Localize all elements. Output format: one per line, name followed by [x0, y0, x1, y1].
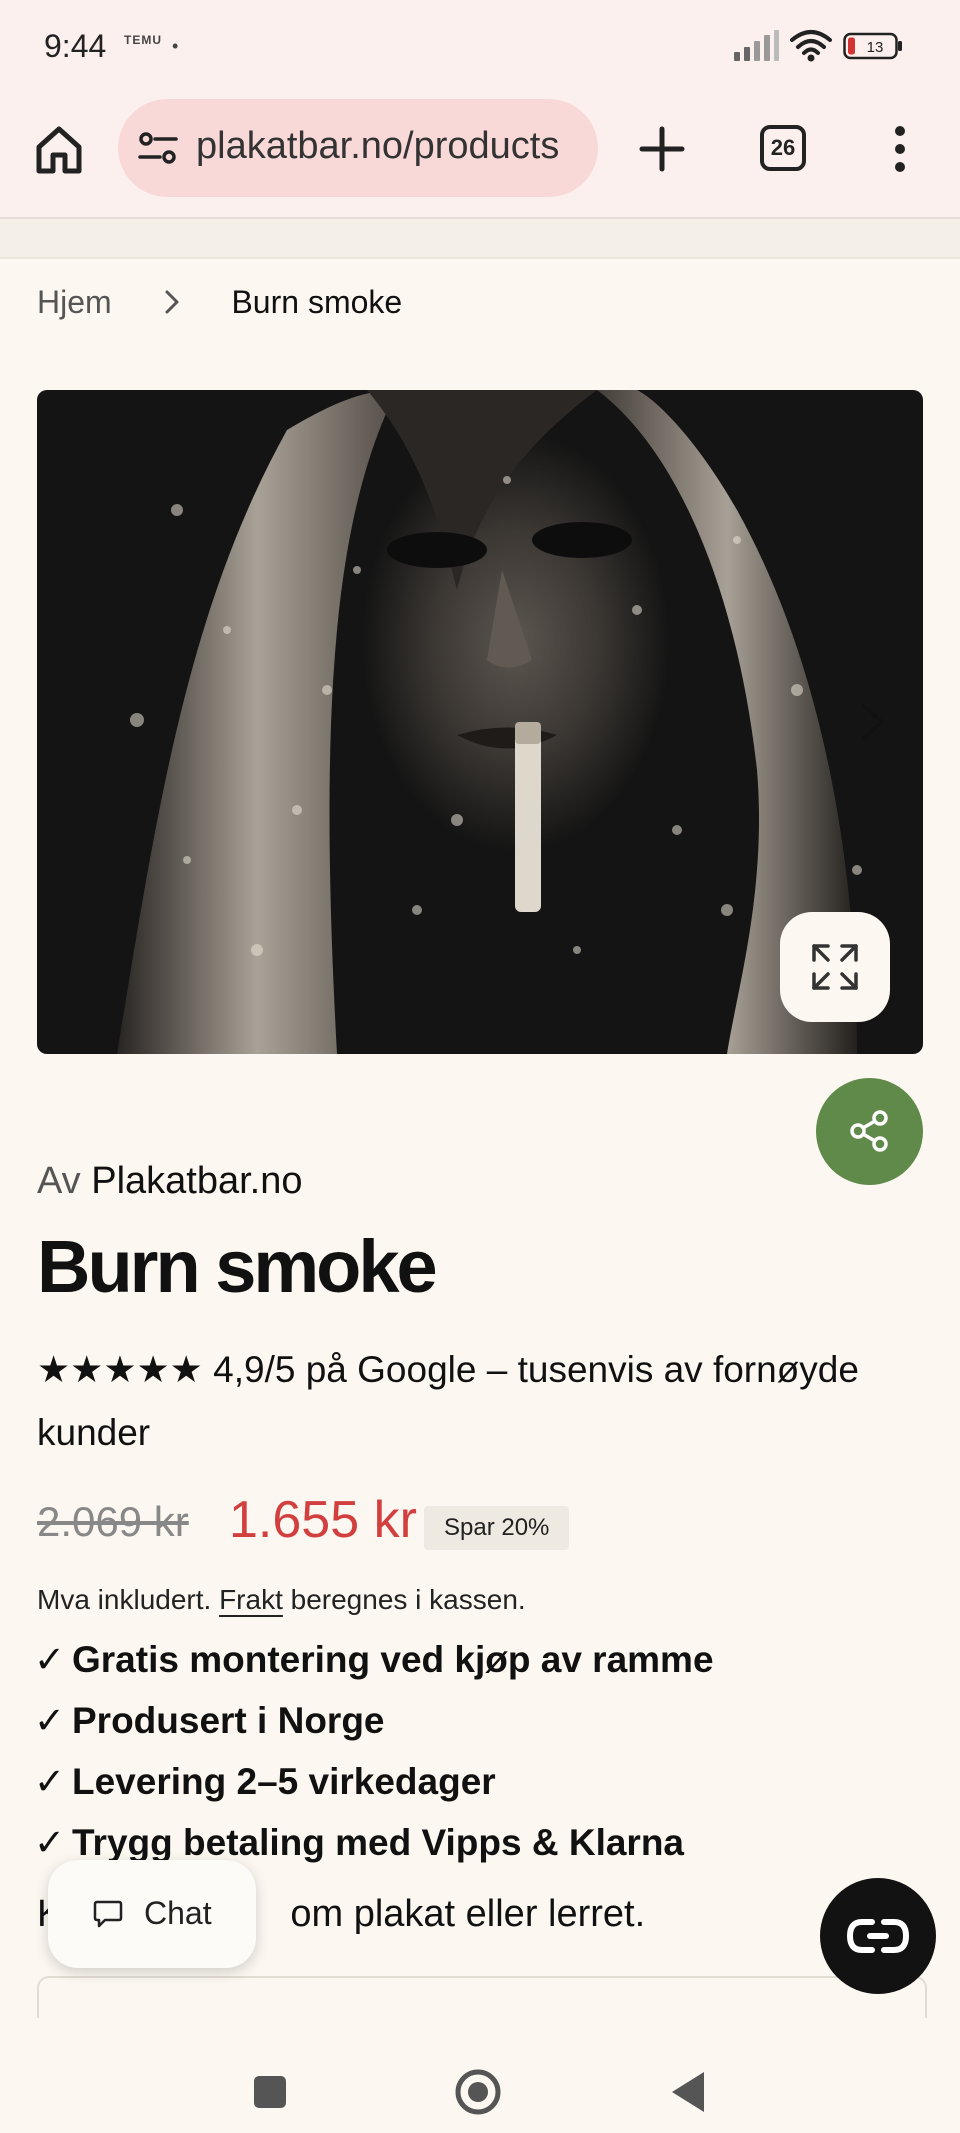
- format-description-end: om plakat eller lerret.: [290, 1893, 646, 1935]
- product-vendor: Av Plakatbar.no: [37, 1160, 303, 1203]
- feature-text: Levering 2–5 virkedager: [72, 1761, 496, 1802]
- sale-price: 1.655 kr: [229, 1491, 417, 1549]
- feature-text: Trygg betaling med Vipps & Klarna: [72, 1822, 684, 1863]
- vendor-prefix: Av: [37, 1160, 81, 1202]
- browser-toolbar: plakatbar.no/products 26: [0, 95, 960, 219]
- feature-text: Gratis montering ved kjøp av ramme: [72, 1639, 714, 1680]
- tab-switcher-button[interactable]: 26: [760, 125, 806, 171]
- rating-text: ★★★★★ 4,9/5 på Google – tusenvis av forn…: [37, 1349, 859, 1453]
- chevron-right-icon: [165, 290, 179, 314]
- breadcrumb-current: Burn smoke: [231, 284, 403, 320]
- chat-label[interactable]: Chat: [144, 1895, 212, 1932]
- checkmark-icon: ✓: [34, 1761, 66, 1802]
- chat-button[interactable]: Chat: [48, 1860, 256, 1968]
- site-settings-icon[interactable]: [138, 129, 178, 169]
- square-icon[interactable]: [254, 2076, 286, 2108]
- battery-level: 13: [867, 39, 884, 56]
- expand-icon: [812, 944, 858, 990]
- checkmark-icon: ✓: [34, 1822, 66, 1863]
- triangle-back-icon[interactable]: [670, 2070, 706, 2114]
- feature-item: ✓ Gratis montering ved kjøp av ramme: [34, 1636, 714, 1697]
- temu-notification-icon: TEMU: [124, 33, 162, 47]
- sale-badge: Spar 20%: [424, 1506, 570, 1550]
- feature-item: ✓ Levering 2–5 virkedager: [34, 1758, 714, 1819]
- expand-image-button[interactable]: [780, 912, 890, 1022]
- plus-icon[interactable]: [636, 123, 688, 175]
- tax-note-text: Mva inkludert.: [37, 1584, 212, 1615]
- feature-list: ✓ Gratis montering ved kjøp av ramme ✓ Pro…: [34, 1636, 714, 1880]
- system-nav-bar: [0, 2018, 960, 2133]
- share-icon: [850, 1110, 888, 1152]
- status-bar: 9:44 TEMU • 13: [0, 0, 960, 95]
- next-image-icon[interactable]: [858, 700, 888, 744]
- status-time: 9:44: [44, 28, 107, 64]
- chat-bubble-icon: [93, 1900, 123, 1928]
- tax-note-suffix: beregnes i kassen.: [290, 1584, 526, 1615]
- wifi-icon: [790, 30, 832, 62]
- link-icon: [846, 1919, 910, 1953]
- compare-price: 2.069 kr: [37, 1498, 189, 1545]
- feature-text: Produsert i Norge: [72, 1700, 385, 1741]
- share-button[interactable]: [816, 1078, 923, 1185]
- breadcrumb-home-link[interactable]: Hjem: [37, 284, 112, 320]
- url-text[interactable]: plakatbar.no/products: [196, 125, 559, 168]
- breadcrumb: Hjem Burn smoke: [37, 284, 402, 321]
- checkmark-icon: ✓: [34, 1639, 66, 1680]
- vendor-name: Plakatbar.no: [91, 1160, 303, 1202]
- checkmark-icon: ✓: [34, 1700, 66, 1741]
- battery-icon: 13: [843, 32, 902, 60]
- signal-icon: [734, 30, 779, 61]
- feature-item: ✓ Produsert i Norge: [34, 1697, 714, 1758]
- link-button[interactable]: [820, 1878, 936, 1994]
- product-title: Burn smoke: [37, 1225, 438, 1308]
- circle-icon[interactable]: [454, 2068, 502, 2116]
- tax-note: Mva inkludert. Frakt beregnes i kassen.: [37, 1584, 526, 1616]
- notification-dot-icon: •: [172, 36, 179, 56]
- home-icon[interactable]: [32, 123, 86, 177]
- more-vertical-icon[interactable]: [880, 123, 920, 175]
- shipping-link[interactable]: Frakt: [219, 1584, 283, 1615]
- announcement-strip: [0, 219, 960, 259]
- address-bar[interactable]: plakatbar.no/products: [118, 99, 598, 197]
- variant-selector[interactable]: [37, 1976, 927, 2018]
